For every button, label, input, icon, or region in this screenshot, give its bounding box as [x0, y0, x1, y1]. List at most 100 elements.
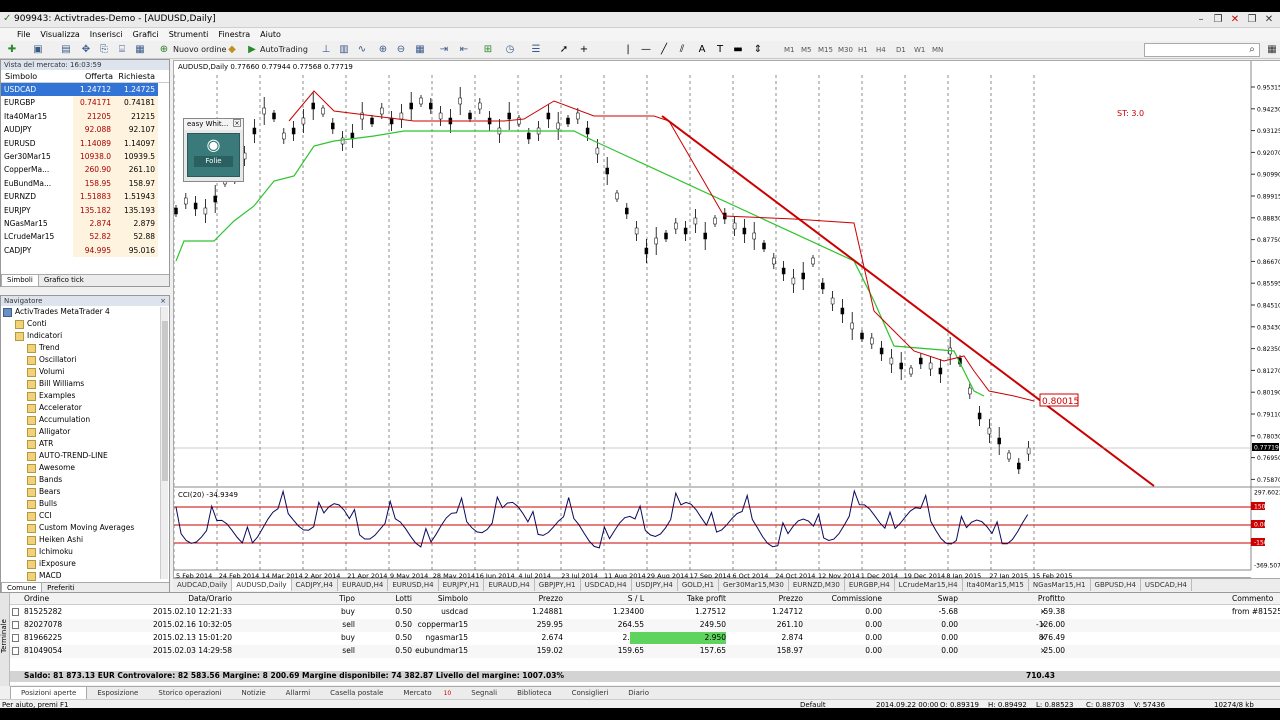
chart-window[interactable]: 0.95315 0.94230 0.93125 0.92070 0.90990 0.899… [173, 60, 1280, 579]
terminal-col-header[interactable]: Tipo [339, 593, 355, 605]
navigator-item[interactable]: Bulls [1, 498, 169, 510]
navigator-icon[interactable]: ⎘ [98, 44, 110, 56]
chart-tab[interactable]: GBPUSD,H4 [1091, 579, 1141, 591]
market-row[interactable]: USDCAD 1.24712 1.24725 [1, 83, 169, 97]
terminal-tab[interactable]: Esposizione [87, 687, 148, 699]
chart-tab[interactable]: EURUSD,H4 [388, 579, 439, 591]
channel-icon[interactable]: ⫽ [676, 44, 688, 56]
col-symbol[interactable]: Simbolo [1, 70, 73, 82]
navigator-item[interactable]: Examples [1, 390, 169, 402]
new-chart-icon[interactable]: ✚ [6, 44, 18, 56]
experts-icon[interactable]: ◆ [226, 44, 238, 56]
navigator-item[interactable]: Indicatori [1, 330, 169, 342]
chart-tab[interactable]: EURNZD,M30 [789, 579, 845, 591]
zoom-out-icon[interactable]: ⊖ [395, 44, 407, 56]
market-row[interactable]: CopperMa... 260.90 261.10 [1, 163, 169, 177]
terminal-icon[interactable]: ⌸ [116, 44, 128, 56]
menu-charts[interactable]: Grafici [128, 28, 164, 41]
market-row[interactable]: CADJPY 94.995 95.016 [1, 243, 169, 258]
line-chart-icon[interactable]: ∿ [356, 44, 368, 56]
navigator-item[interactable]: Awesome [1, 462, 169, 474]
market-row[interactable]: AUDJPY 92.088 92.107 [1, 123, 169, 137]
navigator-item[interactable]: iExposure [1, 558, 169, 570]
terminal-col-header[interactable]: Prezzo [779, 593, 803, 605]
new-order-button[interactable]: Nuovo ordine [173, 43, 226, 57]
close-order-icon[interactable]: × [1040, 619, 1046, 631]
terminal-tab[interactable]: Diario [618, 687, 659, 699]
zoom-in-icon[interactable]: ⊕ [377, 44, 389, 56]
shapes-icon[interactable]: ⇕ [752, 44, 764, 56]
order-row[interactable]: 81525282 2015.02.10 12:21:33 buy 0.50 usdcad… [10, 606, 1280, 619]
chart-tab[interactable]: NGasMar15,H1 [1029, 579, 1091, 591]
close-order-icon[interactable]: × [1040, 645, 1046, 657]
indicators-icon[interactable]: ⊞ [482, 44, 494, 56]
terminal-col-header[interactable]: Lotti [395, 593, 412, 605]
market-row[interactable]: LCrudeMar15 52.82 52.88 [1, 230, 169, 244]
terminal-col-header[interactable]: S / L [628, 593, 644, 605]
trend-line[interactable] [661, 115, 1155, 487]
horizontal-line-icon[interactable]: — [640, 44, 652, 56]
tab-symbols[interactable]: Simboli [1, 275, 39, 287]
terminal-col-header[interactable]: Commissione [832, 593, 882, 605]
terminal-tab[interactable]: Notizie [232, 687, 276, 699]
navigator-item[interactable]: Bill Williams [1, 378, 169, 390]
col-ask[interactable]: Richiesta [113, 70, 158, 82]
navigator-item[interactable]: Ichimoku [1, 546, 169, 558]
child-close-icon[interactable]: ✕ [1261, 13, 1277, 26]
search-input[interactable] [1144, 43, 1260, 57]
market-row[interactable]: EURGBP 0.74171 0.74181 [1, 96, 169, 110]
navigator-item[interactable]: AUTO-TREND-LINE [1, 450, 169, 462]
tf-w1[interactable]: W1 [914, 43, 925, 57]
tf-d1[interactable]: D1 [896, 43, 906, 57]
tf-m15[interactable]: M15 [818, 43, 833, 57]
market-row[interactable]: EURUSD 1.14089 1.14097 [1, 136, 169, 150]
terminal-tab[interactable]: Consiglieri [562, 687, 619, 699]
trendline-icon[interactable]: ╱ [658, 44, 670, 56]
col-bid[interactable]: Offerta [73, 70, 113, 82]
navigator-item[interactable]: Accumulation [1, 414, 169, 426]
market-row[interactable]: NGasMar15 2.874 2.879 [1, 216, 169, 231]
navigator-item[interactable]: ActivTrades MetaTrader 4 [1, 306, 169, 318]
navigator-item[interactable]: Alligator [1, 426, 169, 438]
tf-mn[interactable]: MN [932, 43, 943, 57]
menu-insert[interactable]: Inserisci [85, 28, 128, 41]
tf-m30[interactable]: M30 [838, 43, 853, 57]
menu-view[interactable]: Visualizza [35, 28, 84, 41]
minimize-icon[interactable]: – [1193, 13, 1209, 26]
tile-icon[interactable]: ▦ [414, 44, 426, 56]
chart-tab[interactable]: EURAUD,H4 [338, 579, 389, 591]
market-row[interactable]: EURJPY 135.182 135.193 [1, 203, 169, 217]
templates-icon[interactable]: ☰ [530, 44, 542, 56]
crosshair-icon[interactable]: + [578, 44, 590, 56]
menu-file[interactable]: File [12, 28, 35, 41]
market-watch-icon[interactable]: ▤ [60, 44, 72, 56]
tf-m5[interactable]: M5 [801, 43, 812, 57]
market-row[interactable]: EURNZD 1.51883 1.51943 [1, 190, 169, 204]
text-icon[interactable]: A [696, 44, 708, 56]
market-row[interactable]: Ita40Mar15 21205 21215 [1, 109, 169, 124]
terminal-tab[interactable]: Casella postale [320, 687, 393, 699]
terminal-col-header[interactable]: Simbolo [438, 593, 468, 605]
menu-help[interactable]: Aiuto [255, 28, 286, 41]
terminal-tab[interactable]: Allarmi [276, 687, 321, 699]
navigator-item[interactable]: Bands [1, 474, 169, 486]
market-row[interactable]: Ger30Mar15 10938.0 10939.5 [1, 149, 169, 164]
navigator-close-icon[interactable]: × [160, 296, 166, 306]
terminal-tab[interactable]: Biblioteca [507, 687, 562, 699]
tab-tick-chart[interactable]: Grafico tick [39, 275, 89, 286]
menu-tools[interactable]: Strumenti [164, 28, 214, 41]
chart-tab[interactable]: CADJPY,H4 [292, 579, 338, 591]
tf-m1[interactable]: M1 [784, 43, 795, 57]
navigator-item[interactable]: Bears [1, 486, 169, 498]
order-row[interactable]: 81966225 2015.02.13 15:01:20 buy 0.50 ngasma… [10, 632, 1280, 645]
close-order-icon[interactable]: × [1040, 606, 1046, 618]
chart-tab[interactable]: AUDCAD,Daily [173, 579, 233, 591]
terminal-tab[interactable]: Storico operazioni [148, 687, 231, 699]
bar-chart-icon[interactable]: ⊥ [320, 44, 332, 56]
navigator-item[interactable]: CCI [1, 510, 169, 522]
chart-tab[interactable]: USDJPY,H4 [632, 579, 678, 591]
easy-whitelabel-widget[interactable]: easy Whit... × ◉ Folie [183, 118, 244, 182]
terminal-col-header[interactable]: Take profit [687, 593, 726, 605]
navigator-item[interactable]: Oscillatori [1, 354, 169, 366]
price-chart[interactable]: 0.95315 0.94230 0.93125 0.92070 0.90990 0.899… [174, 61, 1280, 579]
